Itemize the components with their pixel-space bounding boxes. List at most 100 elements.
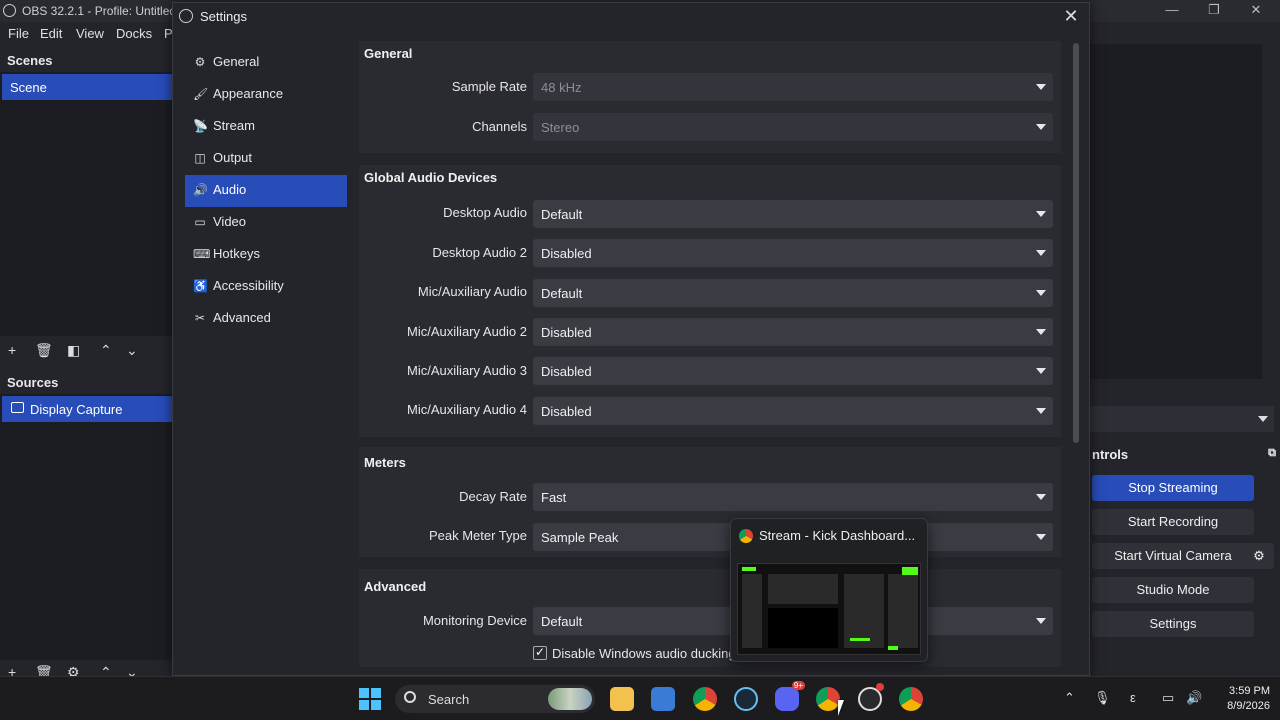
mic-audio-4-select[interactable]: Disabled: [533, 397, 1053, 425]
microphone-icon[interactable]: 🎙: [1094, 690, 1111, 706]
nav-video[interactable]: ▭ Video: [185, 207, 347, 239]
monitoring-device-value: Default: [541, 614, 583, 629]
minimize-icon[interactable]: —: [1152, 2, 1192, 20]
sample-rate-select[interactable]: 48 kHz: [533, 73, 1053, 101]
chrome-profile-icon[interactable]: [816, 687, 840, 711]
channels-select[interactable]: Stereo: [533, 113, 1053, 141]
scene-filter-icon[interactable]: ◧: [67, 342, 80, 359]
chrome-icon: [739, 529, 753, 543]
discord-icon[interactable]: 9+: [775, 681, 805, 711]
menu-docks[interactable]: Docks: [116, 26, 152, 41]
nav-general[interactable]: ⚙ General: [185, 47, 347, 79]
settings-titlebar: Settings ✕: [173, 3, 1089, 29]
nav-advanced[interactable]: ✂ Advanced: [185, 303, 347, 335]
channels-value: Stereo: [541, 120, 580, 135]
search-highlight-image: [548, 688, 592, 710]
sample-rate-label: Sample Rate: [451, 79, 527, 94]
mic-audio-2-value: Disabled: [541, 325, 592, 340]
chevron-down-icon: [1036, 211, 1046, 217]
desktop-audio-2-select[interactable]: Disabled: [533, 239, 1053, 267]
scenes-toolbar: + 🗑 ◧ ⌃ ⌄: [0, 338, 172, 364]
language-icon[interactable]: ε: [1130, 690, 1136, 705]
menu-edit[interactable]: Edit: [40, 26, 62, 41]
antenna-icon: 📡: [193, 119, 208, 133]
nav-accessibility[interactable]: ♿ Accessibility: [185, 271, 347, 303]
settings-scrollbar[interactable]: [1073, 43, 1079, 443]
scenes-header: Scenes: [0, 48, 172, 72]
nav-stream[interactable]: 📡 Stream: [185, 111, 347, 143]
search-label: Search: [428, 692, 470, 707]
desktop-audio-2-value: Disabled: [541, 246, 592, 261]
global-audio-title: Global Audio Devices: [364, 170, 498, 185]
undock-icon[interactable]: ⧉: [1268, 447, 1276, 460]
peak-meter-value: Sample Peak: [541, 530, 619, 545]
desktop-audio-select[interactable]: Default: [533, 200, 1053, 228]
mic-audio-3-select[interactable]: Disabled: [533, 357, 1053, 385]
move-up-icon[interactable]: ⌃: [100, 342, 112, 359]
output-icon: ◫: [194, 151, 206, 165]
windows-start-icon[interactable]: [358, 687, 382, 711]
nav-label: General: [213, 54, 260, 69]
chrome-icon[interactable]: [693, 687, 717, 711]
source-item[interactable]: Display Capture: [2, 396, 172, 422]
mic-audio-4-value: Disabled: [541, 404, 592, 419]
close-icon[interactable]: ✕: [1059, 5, 1083, 27]
clock[interactable]: 3:59 PM 8/9/2026: [1210, 684, 1270, 714]
ducking-checkbox[interactable]: Disable Windows audio ducking: [533, 645, 736, 661]
start-virtual-camera-button[interactable]: Start Virtual Camera: [1092, 543, 1254, 569]
sources-header: Sources: [0, 370, 172, 394]
sample-rate-value: 48 kHz: [541, 80, 582, 95]
menu-view[interactable]: View: [76, 26, 104, 41]
mic-audio-2-select[interactable]: Disabled: [533, 318, 1053, 346]
taskbar: Search 9+ ⌃ 🎙 ε ▭ 🔊 3:59 PM 8/9/2026: [0, 676, 1280, 720]
nav-hotkeys[interactable]: ⌨ Hotkeys: [185, 239, 347, 271]
chevron-down-icon: [1036, 250, 1046, 256]
nav-appearance[interactable]: 🖌 Appearance: [185, 79, 347, 111]
maximize-icon[interactable]: ❐: [1194, 2, 1234, 20]
chevron-down-icon: [1036, 124, 1046, 130]
settings-title: Settings: [200, 9, 247, 24]
nav-audio[interactable]: 🔊 Audio: [185, 175, 347, 207]
tray-overflow-icon[interactable]: ⌃: [1064, 690, 1075, 706]
desktop-audio-value: Default: [541, 207, 583, 222]
general-title: General: [364, 46, 413, 61]
taskbar-preview[interactable]: Stream - Kick Dashboard...: [730, 518, 928, 662]
general-group: General Sample Rate 48 kHz Channels Ster…: [359, 41, 1061, 153]
start-recording-button[interactable]: Start Recording: [1092, 509, 1254, 535]
store-icon[interactable]: [651, 687, 675, 711]
remove-scene-icon[interactable]: 🗑: [35, 342, 53, 359]
mic-audio-2-label: Mic/Auxiliary Audio 2: [407, 324, 527, 339]
close-window-icon[interactable]: ✕: [1236, 2, 1276, 20]
volume-icon[interactable]: 🔊: [1186, 690, 1202, 706]
obs-taskbar-icon[interactable]: [858, 683, 884, 711]
menu-file[interactable]: File: [8, 26, 29, 41]
obs-logo-icon: [3, 4, 16, 17]
preview-thumbnail[interactable]: [737, 563, 921, 655]
move-down-icon[interactable]: ⌄: [126, 342, 138, 359]
source-label: Display Capture: [30, 402, 123, 417]
global-audio-group: Global Audio Devices Desktop Audio Defau…: [359, 165, 1061, 437]
network-icon[interactable]: ▭: [1162, 690, 1174, 706]
add-scene-icon[interactable]: +: [8, 342, 16, 358]
scene-item[interactable]: Scene: [2, 74, 172, 100]
settings-button[interactable]: Settings: [1092, 611, 1254, 637]
steam-icon[interactable]: [734, 687, 758, 711]
transition-dropdown[interactable]: [1090, 406, 1274, 432]
chrome-second-icon[interactable]: [899, 687, 923, 711]
virtual-camera-settings-button[interactable]: ⚙: [1244, 543, 1274, 569]
nav-output[interactable]: ◫ Output: [185, 143, 347, 175]
decay-rate-label: Decay Rate: [459, 489, 527, 504]
studio-mode-button[interactable]: Studio Mode: [1092, 577, 1254, 603]
gear-icon: ⚙: [194, 55, 206, 69]
nav-label: Advanced: [213, 310, 271, 325]
search-icon: [404, 691, 416, 703]
decay-rate-select[interactable]: Fast: [533, 483, 1053, 511]
advanced-title: Advanced: [364, 579, 427, 594]
taskbar-search[interactable]: Search: [395, 685, 595, 713]
file-explorer-icon[interactable]: [610, 687, 634, 711]
meters-group: Meters Decay Rate Fast Peak Meter Type S…: [359, 447, 1061, 557]
stop-streaming-button[interactable]: Stop Streaming: [1092, 475, 1254, 501]
mic-audio-select[interactable]: Default: [533, 279, 1053, 307]
obs-logo-icon: [179, 9, 193, 23]
checkbox-checked-icon[interactable]: [533, 645, 547, 660]
